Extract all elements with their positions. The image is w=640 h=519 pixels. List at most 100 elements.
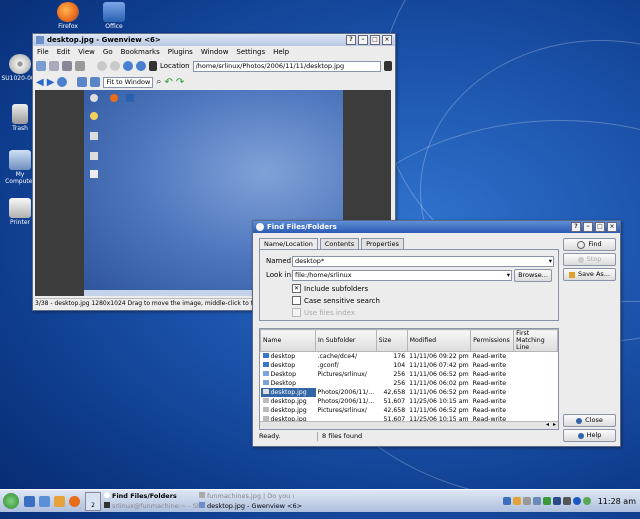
table-row[interactable]: Desktop 256 11/11/06 06:02 pm Read-write <box>261 379 558 388</box>
location-go-icon[interactable] <box>384 61 392 71</box>
menu-edit[interactable]: Edit <box>57 48 71 56</box>
task-label: desktop.jpg - Gwenview <6> <box>207 502 303 510</box>
zoom-fit-icon[interactable] <box>136 61 146 71</box>
tray-update-icon[interactable] <box>512 497 521 505</box>
browse-button[interactable]: Browse... <box>514 269 552 282</box>
fullscreen-icon[interactable] <box>62 61 72 71</box>
tab-contents[interactable]: Contents <box>319 238 360 249</box>
task-gwenview[interactable]: desktop.jpg - Gwenview <6> <box>199 501 309 511</box>
find-titlebar[interactable]: Find Files/Folders ? – □ × <box>253 221 620 233</box>
tray-battery-icon[interactable] <box>542 497 551 505</box>
tray-volume-icon[interactable] <box>562 497 571 505</box>
maximize-icon[interactable]: □ <box>595 222 605 232</box>
menu-view[interactable]: View <box>78 48 95 56</box>
menu-window[interactable]: Window <box>201 48 229 56</box>
tray-clipboard-icon[interactable] <box>522 497 531 505</box>
tray-info-icon[interactable] <box>572 497 581 505</box>
chevron-down-icon[interactable]: ▾ <box>549 257 552 266</box>
help-icon[interactable]: ? <box>571 222 581 232</box>
col-size[interactable]: Size <box>375 329 408 352</box>
help-button[interactable]: Help <box>563 429 616 442</box>
menu-go[interactable]: Go <box>103 48 113 56</box>
horizontal-scrollbar[interactable]: ◂ ▸ <box>260 421 558 429</box>
col-modified[interactable]: Modified <box>406 329 472 352</box>
table-row[interactable]: desktop.jpg Photos/2006/11/... 42,658 11… <box>260 388 558 397</box>
menu-file[interactable]: File <box>37 48 49 56</box>
find-status-right: 8 files found <box>322 432 363 440</box>
minimize-icon[interactable]: – <box>583 222 593 232</box>
folder-icon <box>262 362 269 367</box>
col-first-line[interactable]: First Matching Line <box>513 329 558 352</box>
quick-launch-2-icon[interactable] <box>39 495 50 507</box>
zoom-select[interactable]: Fit to Window ▾ <box>103 76 154 88</box>
rotate-left-icon[interactable]: ↶ <box>164 77 172 88</box>
zoom-out-icon[interactable] <box>110 61 120 71</box>
tab-name-location[interactable]: Name/Location <box>259 238 318 249</box>
table-row[interactable]: desktop .cache/dce4/ 176 11/11/06 09:22 … <box>261 352 558 362</box>
last-image-icon[interactable] <box>90 77 101 87</box>
back-icon[interactable]: ◀ <box>36 77 44 88</box>
close-icon[interactable]: × <box>607 222 617 232</box>
tray-settings-icon[interactable] <box>532 497 541 505</box>
menu-plugins[interactable]: Plugins <box>168 48 193 56</box>
close-button[interactable]: Close <box>563 414 616 427</box>
browse-mode-icon[interactable] <box>36 61 46 71</box>
home-icon[interactable] <box>54 495 65 507</box>
find-button[interactable]: Find <box>563 238 616 251</box>
table-row[interactable]: Desktop Pictures/srlinux/ 256 11/11/06 0… <box>261 370 558 379</box>
forward-icon[interactable]: ▶ <box>47 77 55 88</box>
quick-launch-1-icon[interactable] <box>24 495 35 507</box>
menu-bookmarks[interactable]: Bookmarks <box>121 48 160 56</box>
gwenview-titlebar[interactable]: desktop.jpg - Gwenview <6> ? – □ × <box>33 34 395 46</box>
zoom-reset-icon[interactable] <box>123 61 133 71</box>
menu-settings[interactable]: Settings <box>236 48 265 56</box>
location-clear-icon[interactable] <box>149 61 157 71</box>
minimize-icon[interactable]: – <box>358 35 368 45</box>
col-name[interactable]: Name <box>260 329 316 352</box>
location-field[interactable]: /home/srlinux/Photos/2006/11/11/desktop.… <box>192 60 381 72</box>
quick-launch-3-icon[interactable] <box>69 495 80 507</box>
clock[interactable]: 11:28 am <box>598 497 636 506</box>
save-as-button[interactable]: Save As... <box>563 268 616 281</box>
lookin-field[interactable]: file:/home/srlinux ▾ <box>292 270 512 281</box>
menu-help[interactable]: Help <box>273 48 289 56</box>
desktop-pager[interactable]: 2 <box>85 491 101 511</box>
tray-network-icon[interactable] <box>502 497 511 505</box>
table-row[interactable]: desktop .gconf/ 104 11/11/06 07:42 pm Re… <box>261 361 558 370</box>
reload-icon[interactable] <box>57 77 68 87</box>
view-mode-icon[interactable] <box>49 61 59 71</box>
tools-icon[interactable] <box>75 61 85 71</box>
cell-size: 176 <box>393 353 406 360</box>
task-label: Find Files/Folders <box>112 492 177 500</box>
help-icon[interactable]: ? <box>346 35 356 45</box>
files-index-checkbox[interactable] <box>292 308 301 317</box>
named-field[interactable]: desktop* ▾ <box>292 256 554 267</box>
table-row[interactable]: desktop.jpg Photos/2006/11/... 51,607 11… <box>261 397 558 406</box>
col-permissions[interactable]: Permissions <box>470 329 515 352</box>
first-image-icon[interactable] <box>77 77 88 87</box>
include-subfolders-checkbox[interactable]: ✕ <box>292 284 301 293</box>
task-funmachines[interactable]: funmachines.jpg | Do you wan <box>199 491 294 501</box>
tray-gecko-icon[interactable] <box>582 497 591 505</box>
col-subfolder[interactable]: In Subfolder <box>315 329 377 352</box>
zoom-search-icon[interactable]: ⌕ <box>156 77 161 87</box>
rotate-right-icon[interactable]: ↷ <box>176 77 184 88</box>
tray-display-icon[interactable] <box>552 497 561 505</box>
case-sensitive-checkbox[interactable] <box>292 296 301 305</box>
office-desktop-icon[interactable]: Office <box>94 2 134 30</box>
scroll-left-icon[interactable]: ◂ <box>546 421 549 428</box>
zoom-in-icon[interactable] <box>97 61 107 71</box>
chevron-down-icon[interactable]: ▾ <box>507 271 510 280</box>
tab-properties[interactable]: Properties <box>361 238 404 249</box>
scroll-right-icon[interactable]: ▸ <box>553 421 556 428</box>
task-shell[interactable]: srlinux@funmachine:~ - Shell <box>104 501 199 511</box>
table-row[interactable]: desktop.jpg Pictures/srlinux/ 42,658 11/… <box>261 406 558 415</box>
firefox-desktop-icon[interactable]: Firefox <box>48 2 88 30</box>
maximize-icon[interactable]: □ <box>370 35 380 45</box>
cell-name: desktop.jpg <box>260 388 316 397</box>
task-find-files[interactable]: Find Files/Folders <box>104 491 199 501</box>
stop-button[interactable]: Stop <box>563 253 616 266</box>
k-menu-icon[interactable] <box>3 493 19 509</box>
results-list[interactable]: Name In Subfolder Size Modified Permissi… <box>259 328 559 430</box>
close-icon[interactable]: × <box>382 35 392 45</box>
